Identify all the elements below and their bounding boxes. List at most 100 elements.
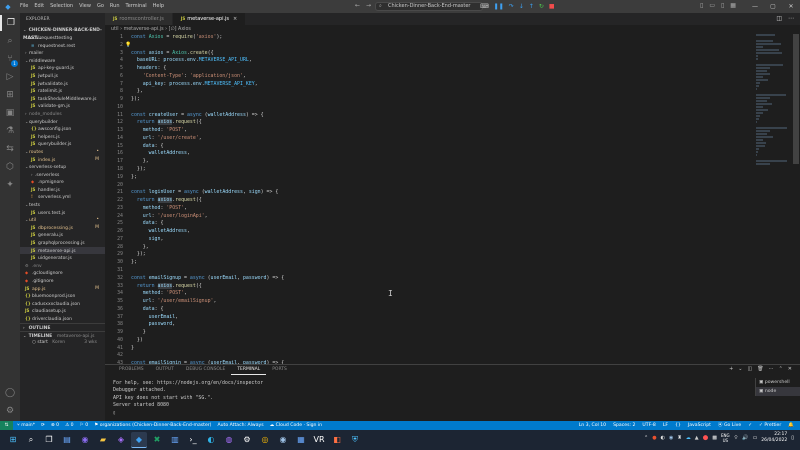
pause-icon[interactable]: ❚❚ xyxy=(494,3,504,10)
gear-app-icon[interactable]: ⚙ xyxy=(239,432,255,448)
steam-icon[interactable]: ◉ xyxy=(275,432,291,448)
new-terminal-icon[interactable]: + xyxy=(729,366,733,372)
file-explorer-icon[interactable]: ▰ xyxy=(95,432,111,448)
panel-tab-problems[interactable]: PROBLEMS xyxy=(113,365,150,375)
file-item[interactable]: JS graphqlprocessing.js xyxy=(20,239,105,247)
live-share-icon[interactable]: ⇆ xyxy=(0,141,20,157)
file-item[interactable]: JS querybuilder.js xyxy=(20,140,105,148)
ports-count[interactable]: ⚐ 0 xyxy=(80,421,89,430)
close-icon[interactable]: × xyxy=(233,16,237,22)
menu-go[interactable]: Go xyxy=(94,0,107,13)
panel-tab-ports[interactable]: PORTS xyxy=(266,365,293,375)
tray-up-arrow-icon[interactable]: ⌃ xyxy=(644,435,648,441)
step-over-icon[interactable]: ↷ xyxy=(509,3,514,10)
folder-item[interactable]: ⌄util • xyxy=(20,216,105,224)
lightbulb-icon[interactable]: 💡 xyxy=(125,42,131,50)
go-live-button[interactable]: ⦿ Go Live xyxy=(718,421,741,430)
teams-chat-icon[interactable]: ◉ xyxy=(77,432,93,448)
close-icon[interactable]: ✕ xyxy=(782,0,800,13)
notification-center-icon[interactable]: ▯ xyxy=(791,435,794,441)
calculator-icon[interactable]: ▦ xyxy=(293,432,309,448)
github-desktop-icon[interactable]: ◍ xyxy=(221,432,237,448)
folder-item[interactable]: ⌄serverless-setup xyxy=(20,163,105,171)
file-item[interactable]: JS validate-gm.js xyxy=(20,102,105,110)
minimap[interactable] xyxy=(756,34,792,364)
tab-roomscontroller-js[interactable]: JS roomscontroller.js xyxy=(105,13,173,25)
clock[interactable]: 22:17 26/04/2022 xyxy=(761,432,787,444)
run-debug-icon[interactable]: ▷ xyxy=(0,69,20,85)
terminal-dropdown-icon[interactable]: ⌄ xyxy=(738,366,742,372)
organization-status[interactable]: ⚑ organizations (Chicken-Dinner-Back-End… xyxy=(94,421,211,430)
folder-item[interactable]: › .serverless xyxy=(20,171,105,179)
toggle-panel-icon[interactable]: ▭ xyxy=(709,2,715,9)
gemini-icon[interactable]: ✦ xyxy=(0,177,20,193)
remote-indicator-icon[interactable]: ⇅ xyxy=(0,421,13,430)
warning-count[interactable]: ⚠ 0 xyxy=(65,421,74,430)
step-into-icon[interactable]: ↓ xyxy=(519,3,524,10)
panel-tab-output[interactable]: OUTPUT xyxy=(150,365,180,375)
more-actions-icon[interactable]: ⋯ xyxy=(788,13,794,25)
file-item[interactable]: ≡ requestnext.rest xyxy=(20,42,105,50)
remote-explorer-icon[interactable]: ▣ xyxy=(0,105,20,121)
folder-item[interactable]: ⌄querybuilder xyxy=(20,118,105,126)
menu-help[interactable]: Help xyxy=(150,0,167,13)
tab-metaverse-api-js[interactable]: JS metaverse-api.js × xyxy=(172,13,247,25)
explorer-icon[interactable]: ❐ xyxy=(0,15,20,31)
folder-item[interactable]: ⌄routes • xyxy=(20,148,105,156)
file-item[interactable]: {}awsconfig.json xyxy=(20,125,105,133)
breadcrumb-item[interactable]: metaverse-api.js xyxy=(124,27,164,32)
forward-arrow-icon[interactable]: → xyxy=(366,2,371,9)
notifications-bell-icon[interactable]: 🔔 xyxy=(788,421,794,430)
vr-app-icon[interactable]: VR xyxy=(311,432,327,448)
code-editor[interactable]: 1 const Axios = require('axios'); 2 💡 3 const… xyxy=(105,34,800,364)
file-item[interactable]: JS uidgenerator.js xyxy=(20,254,105,262)
menu-view[interactable]: View xyxy=(76,0,94,13)
file-item[interactable]: JS generalu.js xyxy=(20,231,105,239)
minimize-icon[interactable]: — xyxy=(746,0,764,13)
file-item[interactable]: JS metaverse-api.js xyxy=(20,246,105,255)
back-arrow-icon[interactable]: ← xyxy=(355,2,360,9)
tray-app-icon[interactable]: ● xyxy=(652,435,656,441)
tray-app-icon[interactable]: ⬤ xyxy=(703,435,709,441)
cursor-position[interactable]: Ln 3, Col 10 xyxy=(579,421,606,430)
source-control-icon[interactable]: ⑂ 1 xyxy=(0,51,20,67)
vscode-taskbar-icon[interactable]: ◆ xyxy=(131,432,147,448)
check-icon[interactable]: ✓ xyxy=(748,421,752,430)
panel-tab-debug-console[interactable]: DEBUG CONSOLE xyxy=(180,365,231,375)
tray-app-icon[interactable]: ♜ xyxy=(677,435,681,441)
split-terminal-icon[interactable]: ◫ xyxy=(748,366,753,372)
split-editor-icon[interactable]: ◫ xyxy=(776,13,782,25)
extensions-icon[interactable]: ⊞ xyxy=(0,87,20,103)
timeline-entry[interactable]: ○ start Koren 3 wks xyxy=(20,339,105,346)
toggle-secondary-sidebar-icon[interactable]: ▯ xyxy=(721,2,724,9)
file-item[interactable]: {}cadusxxxclaudia.json xyxy=(20,300,105,308)
file-item[interactable]: JS dbprocessing.js M xyxy=(20,224,105,232)
file-item[interactable]: {}driverclaudia.json xyxy=(20,315,105,323)
sync-icon[interactable]: ⟳ xyxy=(41,421,45,430)
wifi-icon[interactable]: ⌔ xyxy=(734,435,739,441)
file-item[interactable]: JS jwtpull.js xyxy=(20,72,105,80)
input-language[interactable]: ENG US xyxy=(721,433,730,443)
file-item[interactable]: JS helpers.js xyxy=(20,133,105,141)
file-item[interactable]: JS claudiasetup.js xyxy=(20,307,105,315)
breadcrumb-item[interactable]: [∅] Axios xyxy=(169,27,191,32)
folder-item[interactable]: ⌄localrequesttesting xyxy=(20,34,105,42)
stop-icon[interactable]: ■ xyxy=(549,3,555,10)
terminal-output[interactable]: For help, see: https://nodejs.org/en/doc… xyxy=(113,380,743,417)
auto-attach-status[interactable]: Auto Attach: Always xyxy=(217,421,263,430)
file-item[interactable]: JS api-key-guard.js xyxy=(20,64,105,72)
error-count[interactable]: ⊗ 0 xyxy=(51,421,59,430)
search-icon[interactable]: ⌕ xyxy=(0,33,20,49)
command-center-search[interactable]: ⌕ Chicken-Dinner-Back-End-master xyxy=(375,2,483,11)
windows-start-icon[interactable]: ⊞ xyxy=(5,432,21,448)
tray-app-icon[interactable]: ◐ xyxy=(661,435,665,441)
menu-file[interactable]: File xyxy=(17,0,31,13)
step-out-icon[interactable]: ↑ xyxy=(529,3,534,10)
file-item[interactable]: ⚙ .env xyxy=(20,262,105,270)
cloud-code-icon[interactable]: ⬡ xyxy=(0,159,20,175)
prettier-status[interactable]: ✓ Prettier xyxy=(759,421,781,430)
volume-icon[interactable]: 🔊 xyxy=(742,435,748,441)
language-mode[interactable]: JavaScript xyxy=(688,421,711,430)
maximize-icon[interactable]: ▢ xyxy=(764,0,782,13)
file-item[interactable]: JS app.js M xyxy=(20,285,105,293)
